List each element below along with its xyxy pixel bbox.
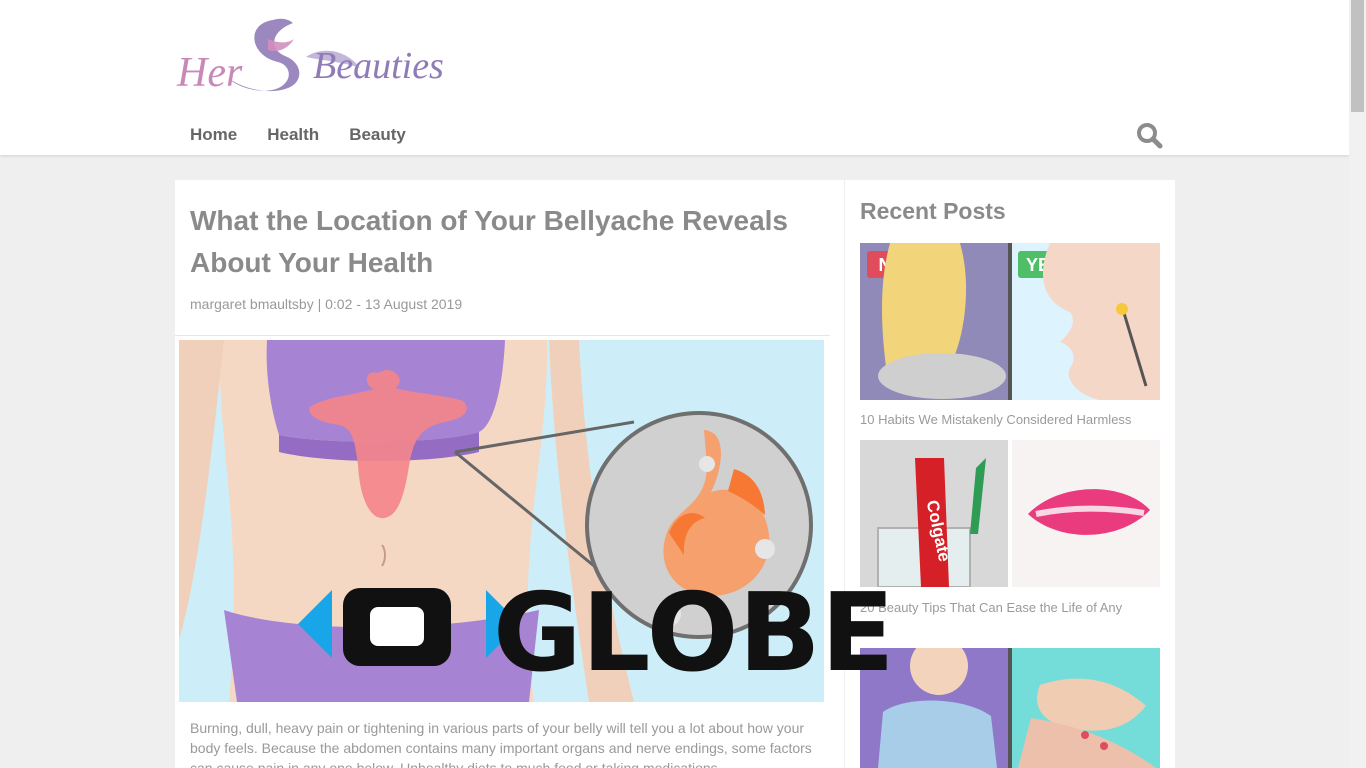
- nav-beauty[interactable]: Beauty: [334, 118, 421, 152]
- recent-post-thumbnail[interactable]: Colgate: [860, 440, 1160, 587]
- article-divider: [175, 335, 830, 336]
- scrollbar-thumb[interactable]: [1351, 0, 1364, 112]
- recent-post-title[interactable]: 20 Beauty Tips That Can Ease the Life of…: [860, 600, 1160, 615]
- page-scrollbar[interactable]: [1349, 0, 1366, 768]
- site-logo[interactable]: Her Beauties: [175, 12, 475, 104]
- nav-health[interactable]: Health: [252, 118, 334, 152]
- article-meta: margaret bmaultsby | 0:02 - 13 August 20…: [190, 296, 463, 312]
- recent-post-title[interactable]: 10 Habits We Mistakenly Considered Harml…: [860, 412, 1160, 427]
- recent-post-thumbnail[interactable]: NO YES: [860, 243, 1160, 400]
- article-hero-image: [179, 340, 824, 702]
- sidebar: Recent Posts NO YES 10 Habits We Mistake…: [845, 180, 1175, 768]
- logo-text-her: Her: [176, 50, 243, 96]
- nav-home[interactable]: Home: [175, 118, 252, 152]
- article-body: Burning, dull, heavy pain or tightening …: [190, 720, 812, 768]
- article-card: What the Location of Your Bellyache Reve…: [175, 180, 844, 768]
- search-icon[interactable]: [1135, 121, 1163, 149]
- logo-text-beauties: Beauties: [313, 45, 444, 87]
- main-nav: Home Health Beauty: [175, 118, 421, 152]
- recent-posts-heading: Recent Posts: [860, 198, 1006, 224]
- article-title: What the Location of Your Bellyache Reve…: [190, 205, 788, 278]
- site-header: Her Beauties Home Health Beauty: [0, 0, 1349, 155]
- recent-post-thumbnail[interactable]: [860, 648, 1160, 768]
